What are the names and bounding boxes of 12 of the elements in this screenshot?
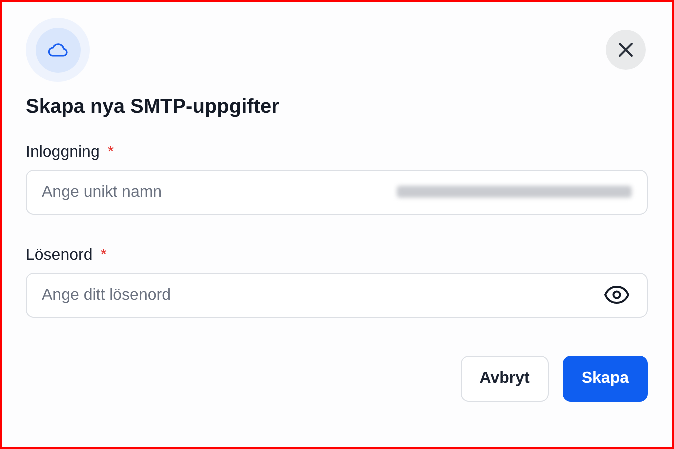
required-marker: * <box>108 144 114 162</box>
required-marker: * <box>100 247 107 265</box>
password-field[interactable]: Ange ditt lösenord <box>26 273 648 318</box>
eye-icon[interactable] <box>604 285 630 305</box>
close-button[interactable] <box>606 30 646 70</box>
input-field[interactable]: Ange unikt namn <box>26 170 648 215</box>
close-icon <box>618 42 634 58</box>
dialog-title: Skapa nya SMTP-uppgifter <box>26 96 280 119</box>
cancel-button[interactable]: Avbryt <box>460 356 549 402</box>
field-label: Inloggning <box>26 144 100 162</box>
create-button[interactable]: Skapa <box>562 356 648 402</box>
field-label: Lösenord <box>26 247 93 265</box>
